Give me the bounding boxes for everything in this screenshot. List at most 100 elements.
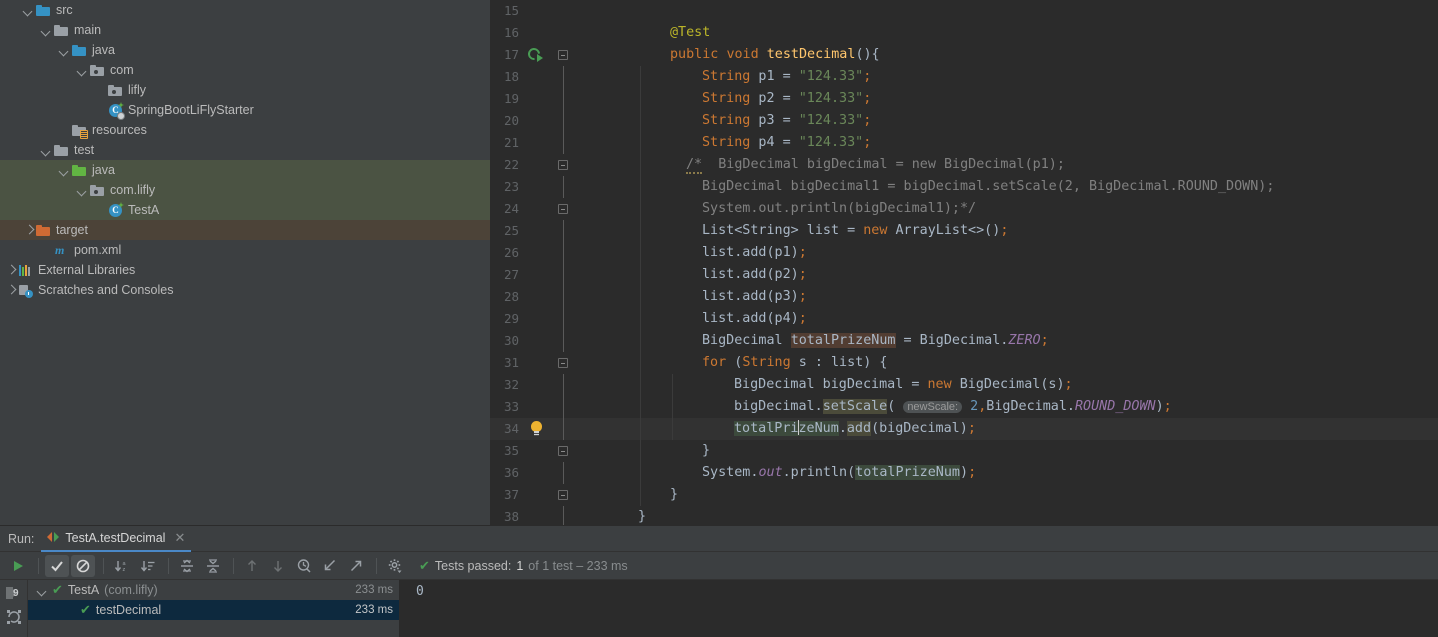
- fold-marker-icon[interactable]: [558, 160, 568, 170]
- sort-alphabetically[interactable]: az: [110, 555, 134, 577]
- collapse-all[interactable]: [201, 555, 225, 577]
- code-line[interactable]: 33 bigDecimal.setScale( newScale: 2,BigDe…: [490, 396, 1438, 418]
- gutter-markers[interactable]: [522, 462, 548, 484]
- tree-item-springbootliflystarter[interactable]: C SpringBootLiFlyStarter: [0, 100, 490, 120]
- gutter-markers[interactable]: [522, 88, 548, 110]
- sort-by-duration[interactable]: [136, 555, 160, 577]
- tree-item-java[interactable]: java: [0, 40, 490, 60]
- gutter-markers[interactable]: [522, 484, 548, 506]
- code-line[interactable]: 37}: [490, 484, 1438, 506]
- code-line[interactable]: 22 /* BigDecimal bigDecimal = new BigDeci…: [490, 154, 1438, 176]
- fold-marker-icon[interactable]: [558, 490, 568, 500]
- fold-gutter[interactable]: [548, 154, 576, 176]
- fold-gutter[interactable]: [548, 198, 576, 220]
- gutter-markers[interactable]: [522, 44, 548, 66]
- chevron-right-icon[interactable]: [22, 224, 35, 237]
- code-line[interactable]: 35}: [490, 440, 1438, 462]
- fold-marker-icon[interactable]: [558, 50, 568, 60]
- test-history[interactable]: [292, 555, 316, 577]
- chevron-down-icon[interactable]: [76, 184, 89, 197]
- export-tests[interactable]: [344, 555, 368, 577]
- fold-gutter[interactable]: [548, 220, 576, 242]
- chevron-right-icon[interactable]: [4, 284, 17, 297]
- tree-item-com-lifly[interactable]: com.lifly: [0, 180, 490, 200]
- gutter-markers[interactable]: [522, 154, 548, 176]
- tree-item-test[interactable]: test: [0, 140, 490, 160]
- gutter-markers[interactable]: [522, 286, 548, 308]
- fold-gutter[interactable]: [548, 264, 576, 286]
- tree-item-com[interactable]: com: [0, 60, 490, 80]
- code-line[interactable]: 16 @Test: [490, 22, 1438, 44]
- gutter-markers[interactable]: [522, 220, 548, 242]
- chevron-down-icon[interactable]: [40, 24, 53, 37]
- close-icon[interactable]: ✕: [174, 530, 185, 546]
- code-line[interactable]: 15: [490, 0, 1438, 22]
- code-line[interactable]: 38}: [490, 506, 1438, 525]
- tree-item-pom-xml[interactable]: m pom.xml: [0, 240, 490, 260]
- gutter-markers[interactable]: [522, 308, 548, 330]
- tree-item-external-libraries[interactable]: External Libraries: [0, 260, 490, 280]
- fold-marker-icon[interactable]: [558, 358, 568, 368]
- rerun-button[interactable]: [6, 555, 30, 577]
- fold-gutter[interactable]: [548, 44, 576, 66]
- code-line[interactable]: 27 list.add(p2);: [490, 264, 1438, 286]
- gutter-markers[interactable]: [522, 198, 548, 220]
- gutter-markers[interactable]: [522, 264, 548, 286]
- chevron-right-icon[interactable]: [4, 264, 17, 277]
- code-line[interactable]: 31 for (String s : list) {: [490, 352, 1438, 374]
- chevron-down-icon[interactable]: [36, 584, 49, 597]
- fold-gutter[interactable]: [548, 242, 576, 264]
- code-line[interactable]: 20 String p3 = "124.33";: [490, 110, 1438, 132]
- rerun-failed-button[interactable]: [5, 608, 23, 626]
- gutter-markers[interactable]: [522, 0, 548, 22]
- code-line[interactable]: 36 System.out.println(totalPrizeNum);: [490, 462, 1438, 484]
- fold-gutter[interactable]: [548, 418, 576, 440]
- tree-item-resources[interactable]: resources: [0, 120, 490, 140]
- run-test-icon[interactable]: [525, 45, 543, 63]
- console-output[interactable]: 0: [400, 580, 1438, 637]
- tree-item-src[interactable]: src: [0, 0, 490, 20]
- fold-gutter[interactable]: [548, 110, 576, 132]
- code-editor[interactable]: 15 16 @Test 17 public void testDecimal(){18 S…: [490, 0, 1438, 525]
- gutter-markers[interactable]: [522, 374, 548, 396]
- chevron-down-icon[interactable]: [58, 44, 71, 57]
- show-passed-toggle[interactable]: [45, 554, 69, 577]
- fold-gutter[interactable]: [548, 308, 576, 330]
- test-settings[interactable]: [383, 555, 407, 577]
- fold-gutter[interactable]: [548, 132, 576, 154]
- fold-marker-icon[interactable]: [558, 204, 568, 214]
- code-line[interactable]: 26 list.add(p1);: [490, 242, 1438, 264]
- gutter-markers[interactable]: [522, 132, 548, 154]
- code-line[interactable]: 30 BigDecimal totalPrizeNum = BigDecimal.…: [490, 330, 1438, 352]
- test-result-row[interactable]: ✔ TestA (com.lifly) 233 ms: [28, 580, 399, 600]
- intention-bulb-icon[interactable]: [531, 421, 542, 436]
- tree-item-lifly[interactable]: lifly: [0, 80, 490, 100]
- gutter-markers[interactable]: [522, 22, 548, 44]
- gutter-markers[interactable]: [522, 176, 548, 198]
- test-results-tree[interactable]: ✔ TestA (com.lifly) 233 ms ✔ testDecimal 233 m…: [28, 580, 400, 637]
- gutter-markers[interactable]: [522, 110, 548, 132]
- code-line[interactable]: 25 List<String> list = new ArrayList<>();: [490, 220, 1438, 242]
- code-line[interactable]: 23 BigDecimal bigDecimal1 = bigDecimal.se…: [490, 176, 1438, 198]
- gutter-markers[interactable]: [522, 418, 548, 440]
- code-line[interactable]: 34 totalPrizeNum.add(bigDecimal);: [490, 418, 1438, 440]
- tree-item-scratches-and-consoles[interactable]: Scratches and Consoles: [0, 280, 490, 300]
- gutter-markers[interactable]: [522, 352, 548, 374]
- import-tests[interactable]: [318, 555, 342, 577]
- fold-gutter[interactable]: [548, 440, 576, 462]
- fold-gutter[interactable]: [548, 22, 576, 44]
- fold-gutter[interactable]: [548, 462, 576, 484]
- fold-gutter[interactable]: [548, 286, 576, 308]
- fold-gutter[interactable]: [548, 330, 576, 352]
- code-line[interactable]: 17 public void testDecimal(){: [490, 44, 1438, 66]
- fold-gutter[interactable]: [548, 506, 576, 525]
- gutter-markers[interactable]: [522, 242, 548, 264]
- fold-gutter[interactable]: [548, 88, 576, 110]
- code-line[interactable]: 28 list.add(p3);: [490, 286, 1438, 308]
- gutter-markers[interactable]: [522, 66, 548, 88]
- gutter-markers[interactable]: [522, 506, 548, 525]
- fold-gutter[interactable]: [548, 396, 576, 418]
- tree-item-testa[interactable]: C TestA: [0, 200, 490, 220]
- test-result-row[interactable]: ✔ testDecimal 233 ms: [28, 600, 399, 620]
- prev-failed-test[interactable]: [240, 555, 264, 577]
